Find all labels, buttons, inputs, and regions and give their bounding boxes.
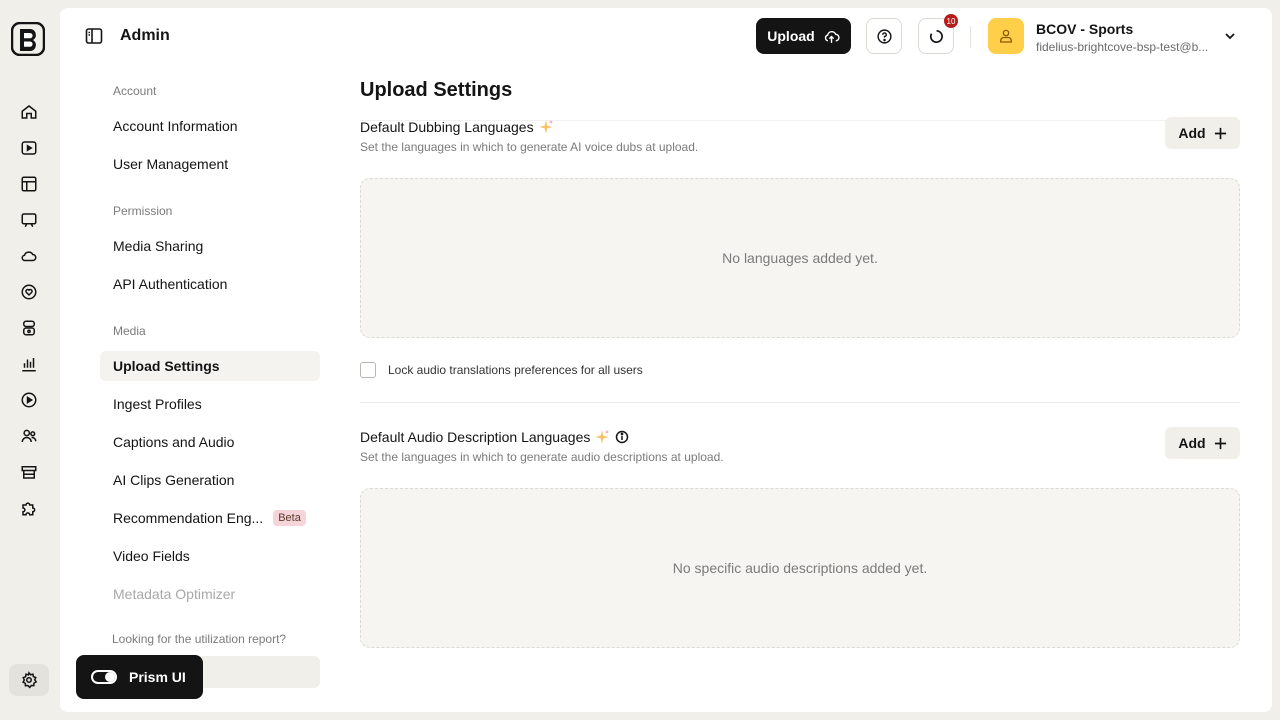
user-icon xyxy=(1000,29,1012,43)
main-panel: Admin Upload 10 BCOV - Sports fidelius-b… xyxy=(60,8,1272,712)
heart-badge-icon[interactable] xyxy=(11,274,47,310)
header-divider xyxy=(970,26,971,48)
activity-button[interactable]: 10 xyxy=(918,14,958,54)
nav-item-ingest-profiles[interactable]: Ingest Profiles xyxy=(100,389,320,419)
recommendation-label: Recommendation Eng... xyxy=(113,510,264,526)
beta-badge: Beta xyxy=(273,510,306,526)
nav-item-video-fields[interactable]: Video Fields xyxy=(100,541,320,571)
notification-badge: 10 xyxy=(944,14,958,28)
upload-label: Upload xyxy=(767,28,815,44)
puzzle-icon[interactable] xyxy=(11,490,47,526)
audio-description-title-text: Default Audio Description Languages xyxy=(360,429,591,445)
dubbing-section-description: Set the languages in which to generate A… xyxy=(360,140,699,154)
nav-item-upload-settings[interactable]: Upload Settings xyxy=(100,351,320,381)
help-icon xyxy=(876,28,892,44)
nav-item-metadata-optimizer[interactable]: Metadata Optimizer xyxy=(100,579,320,609)
chevron-down-icon[interactable] xyxy=(1222,28,1238,44)
clips-icon[interactable] xyxy=(11,310,47,346)
account-name[interactable]: BCOV - Sports xyxy=(1036,21,1133,37)
toggle-switch[interactable] xyxy=(91,670,117,684)
page-header-title: Admin xyxy=(120,27,170,44)
screen-icon[interactable] xyxy=(11,202,47,238)
prism-ui-label: Prism UI xyxy=(129,669,186,685)
nav-item-ai-clips[interactable]: AI Clips Generation xyxy=(100,465,320,495)
sparkle-icon xyxy=(539,120,553,134)
cloud-icon[interactable] xyxy=(11,238,47,274)
add-audio-description-button[interactable]: Add xyxy=(1165,427,1240,459)
sparkle-icon xyxy=(595,430,610,444)
store-icon[interactable] xyxy=(11,454,47,490)
users-icon[interactable] xyxy=(11,418,47,454)
nav-item-api-authentication[interactable]: API Authentication xyxy=(100,269,320,299)
upload-button[interactable]: Upload xyxy=(756,18,851,54)
nav-item-captions-audio[interactable]: Captions and Audio xyxy=(100,427,320,457)
nav-item-media-sharing[interactable]: Media Sharing xyxy=(100,231,320,261)
loading-spinner-icon xyxy=(929,29,943,43)
add-label: Add xyxy=(1178,125,1206,141)
dubbing-languages-empty-state: No languages added yet. xyxy=(360,178,1240,338)
account-email[interactable]: fidelius-brightcove-bsp-test@b... xyxy=(1036,40,1216,54)
brightcove-logo[interactable] xyxy=(10,21,46,57)
play-circle-icon[interactable] xyxy=(11,382,47,418)
info-icon[interactable] xyxy=(614,429,630,445)
add-dubbing-language-button[interactable]: Add xyxy=(1165,117,1240,149)
dubbing-title-text: Default Dubbing Languages xyxy=(360,119,534,135)
nav-group-account: Account xyxy=(113,84,157,98)
lock-audio-translations-label[interactable]: Lock audio translations preferences for … xyxy=(388,363,643,377)
sidebar-toggle-icon[interactable] xyxy=(84,26,104,46)
prism-ui-toggle[interactable]: Prism UI xyxy=(76,655,203,699)
nav-item-account-information[interactable]: Account Information xyxy=(100,111,320,141)
analytics-icon[interactable] xyxy=(11,346,47,382)
nav-item-recommendation[interactable]: Recommendation Eng... Beta xyxy=(100,503,320,533)
audio-descriptions-empty-state: No specific audio descriptions added yet… xyxy=(360,488,1240,648)
cloud-upload-icon xyxy=(824,30,840,43)
icon-rail xyxy=(0,0,60,720)
help-button[interactable] xyxy=(866,18,902,54)
avatar[interactable] xyxy=(988,18,1024,54)
lock-audio-translations-checkbox[interactable] xyxy=(360,362,376,378)
section-divider xyxy=(360,402,1240,403)
add-label: Add xyxy=(1178,435,1206,451)
layout-icon[interactable] xyxy=(11,166,47,202)
nav-group-media: Media xyxy=(113,324,146,338)
utilization-question: Looking for the utilization report? xyxy=(112,632,287,646)
plus-icon xyxy=(1214,437,1226,449)
page-title: Upload Settings xyxy=(360,79,513,101)
nav-group-permission: Permission xyxy=(113,204,173,218)
plus-icon xyxy=(1214,127,1226,139)
gear-icon[interactable] xyxy=(9,664,49,696)
dubbing-section-title: Default Dubbing Languages xyxy=(360,119,554,135)
home-icon[interactable] xyxy=(11,94,47,130)
audio-description-section-description: Set the languages in which to generate a… xyxy=(360,450,724,464)
nav-item-user-management[interactable]: User Management xyxy=(100,149,320,179)
video-icon[interactable] xyxy=(11,130,47,166)
audio-description-section-title: Default Audio Description Languages xyxy=(360,429,630,445)
